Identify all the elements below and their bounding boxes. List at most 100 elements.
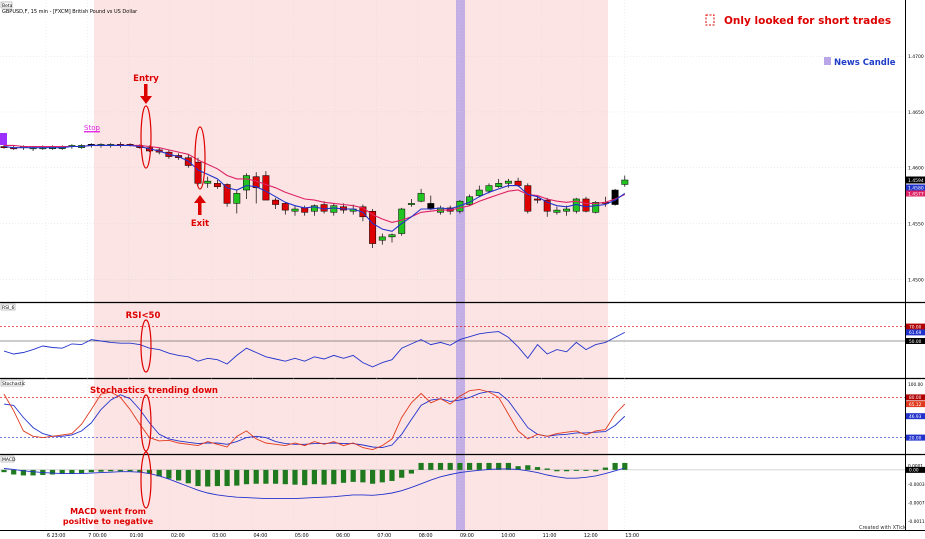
- macd-bar: [399, 469, 405, 478]
- time-tick-label: 7 00:00: [88, 533, 106, 539]
- stoch-note: Stochastics trending down: [90, 386, 218, 396]
- macd-panel-label: MACD: [2, 457, 16, 463]
- price-tick-label: 1.4650: [908, 110, 924, 116]
- stoch-level-label: 80.00: [909, 395, 922, 401]
- candle-body: [272, 199, 280, 205]
- macd-bar: [360, 469, 366, 483]
- stoch-top-label: 100.00: [908, 382, 923, 388]
- macd-bar: [273, 469, 279, 484]
- macd-bar: [127, 469, 133, 472]
- candle-body: [407, 203, 415, 205]
- macd-bar: [311, 469, 317, 485]
- candle-body: [204, 180, 212, 184]
- time-tick-label: 04:00: [254, 533, 268, 539]
- macd-bar: [302, 469, 308, 486]
- watermark: Created with XTick: [859, 525, 906, 531]
- macd-bar: [428, 462, 434, 470]
- stoch-k-label: 65.12: [909, 402, 922, 408]
- price-tick-label: 1.4700: [908, 54, 924, 60]
- candle-body: [427, 203, 435, 210]
- candle-body: [262, 175, 270, 201]
- price-tick-label: 1.4600: [908, 166, 924, 172]
- macd-bar: [1, 469, 7, 473]
- macd-bar: [573, 469, 579, 471]
- news-candle-swatch: [824, 57, 831, 65]
- time-tick-label: 10:00: [501, 533, 515, 539]
- macd-bar: [379, 469, 385, 483]
- macd-bar: [544, 468, 550, 470]
- macd-bar: [224, 469, 230, 487]
- macd-bar: [98, 469, 104, 472]
- time-tick-label: 03:00: [212, 533, 226, 539]
- macd-bar: [195, 469, 201, 487]
- macd-bar: [612, 462, 618, 470]
- macd-bar: [476, 462, 482, 470]
- time-tick-label: 09:00: [460, 533, 474, 539]
- macd-bar: [166, 469, 172, 479]
- panel-tag-macd: MACD: [0, 455, 16, 463]
- macd-bar: [69, 469, 75, 474]
- macd-bar: [389, 469, 395, 481]
- ma-slow-value: 1.4577: [908, 192, 924, 198]
- time-tick-label: 11:00: [543, 533, 557, 539]
- macd-bar: [408, 469, 414, 474]
- news-candle-band: [456, 0, 465, 530]
- candle-body: [611, 189, 619, 205]
- stop-label: Stop: [84, 124, 100, 132]
- price-tick-label: 1.4500: [908, 277, 924, 283]
- candle-body: [485, 185, 493, 192]
- macd-bar: [525, 465, 531, 470]
- exit-label: Exit: [191, 219, 209, 229]
- entry-label: Entry: [133, 74, 159, 84]
- candle-body: [378, 236, 386, 241]
- rsi-panel-label: RSI_6: [2, 305, 15, 311]
- time-tick-label: 06:00: [336, 533, 350, 539]
- candle-body: [233, 193, 241, 204]
- candle-body: [281, 203, 289, 211]
- macd-bar: [370, 469, 376, 484]
- rsi-last-label: 61.69: [909, 330, 922, 336]
- time-tick-label: 13:00: [625, 533, 639, 539]
- candle-body: [320, 204, 328, 212]
- time-tick-label: 07:00: [377, 533, 391, 539]
- macd-tick-label: -0.0003: [908, 482, 925, 488]
- panel-tag-rsi: RSI_6: [0, 303, 16, 311]
- candle-body: [291, 208, 299, 212]
- macd-bar: [117, 469, 123, 472]
- macd-bar: [263, 469, 269, 484]
- candle-body: [504, 180, 512, 184]
- macd-bar: [564, 469, 570, 472]
- macd-bar: [243, 469, 250, 485]
- only-short-trades-note: Only looked for short trades: [724, 15, 891, 27]
- candle-body: [330, 205, 338, 213]
- macd-last-label: 0.00: [909, 468, 919, 474]
- stop-marker: [0, 133, 7, 145]
- price-tick-label: 1.4550: [908, 222, 924, 228]
- candle-body: [514, 180, 522, 186]
- macd-bar: [205, 469, 211, 487]
- macd-bar: [282, 469, 288, 485]
- candle-body: [388, 234, 396, 238]
- candle-body: [495, 183, 503, 187]
- macd-note-line1: MACD went from: [70, 507, 146, 516]
- macd-bar: [321, 469, 327, 485]
- macd-bar: [602, 467, 608, 470]
- macd-bar: [49, 469, 56, 475]
- macd-bar: [583, 469, 589, 471]
- time-tick-label: 12:00: [584, 533, 598, 539]
- candle-body: [563, 208, 571, 212]
- panel-tag-stoch: Stochastic: [0, 379, 26, 387]
- macd-bar: [30, 469, 36, 476]
- macd-tick-label: -0.0011: [908, 519, 925, 525]
- trading-chart: Beta GBPUSD,F, 15 min - [FXCM] British P…: [0, 0, 925, 539]
- rsi-level-label: 50.00: [909, 339, 922, 345]
- last-price-label: 1.4594: [908, 178, 924, 184]
- candle-body: [301, 207, 309, 213]
- macd-bar: [331, 469, 337, 485]
- macd-bar: [176, 469, 182, 481]
- macd-bar: [593, 469, 599, 472]
- candle-body: [417, 193, 425, 202]
- macd-bar: [88, 469, 94, 473]
- candle-body: [534, 198, 541, 201]
- macd-bar: [185, 469, 191, 484]
